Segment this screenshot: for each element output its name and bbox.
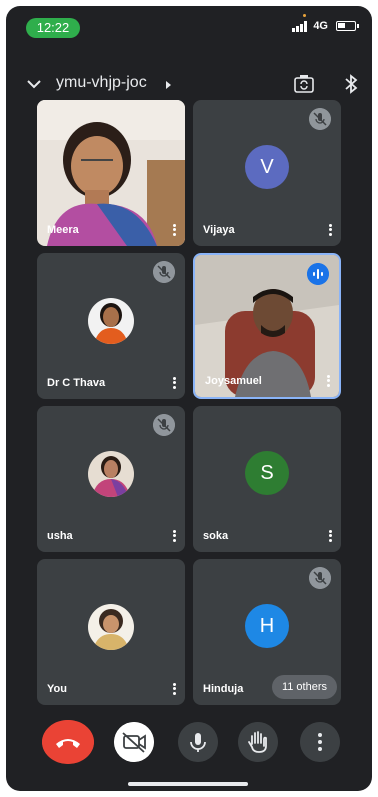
participant-tile[interactable]: usha	[37, 406, 185, 552]
more-vert-icon[interactable]	[327, 528, 333, 544]
mic-icon[interactable]	[178, 722, 218, 762]
meeting-header: ymu-vhjp-joc	[6, 68, 372, 100]
participant-name: Vijaya	[203, 224, 235, 236]
participant-name: usha	[47, 530, 73, 542]
mic-off-icon	[309, 567, 331, 589]
privacy-dot-icon	[303, 14, 306, 17]
status-bar: 12:22 4G	[6, 6, 372, 46]
more-vert-icon[interactable]	[171, 528, 177, 544]
participant-name: Meera	[47, 224, 79, 236]
chevron-down-icon[interactable]	[24, 74, 44, 94]
chevron-right-icon[interactable]	[166, 81, 171, 89]
participant-name: Dr C Thava	[47, 377, 106, 389]
more-vert-icon[interactable]	[325, 373, 331, 389]
avatar: H	[245, 604, 289, 648]
participant-name: You	[47, 683, 67, 695]
status-indicators: 4G	[292, 20, 359, 32]
participant-tile[interactable]: S soka	[193, 406, 341, 552]
more-vert-icon[interactable]	[327, 222, 333, 238]
participant-tile[interactable]: Joysamuel	[193, 253, 341, 399]
call-controls	[6, 720, 372, 766]
participant-name: Joysamuel	[205, 375, 262, 387]
avatar	[88, 298, 134, 344]
battery-icon	[336, 21, 359, 31]
home-indicator[interactable]	[128, 782, 248, 786]
participant-name: Hinduja	[203, 683, 244, 695]
signal-icon	[292, 20, 308, 32]
avatar: V	[245, 145, 289, 189]
switch-camera-icon[interactable]	[292, 72, 316, 96]
meeting-code[interactable]: ymu-vhjp-joc	[56, 74, 147, 92]
network-type: 4G	[313, 20, 328, 32]
end-call-icon[interactable]	[42, 720, 94, 764]
more-vert-icon[interactable]	[171, 222, 177, 238]
participant-tile[interactable]: Meera	[37, 100, 185, 246]
avatar: S	[245, 451, 289, 495]
participant-tile[interactable]: V Vijaya	[193, 100, 341, 246]
more-vert-icon[interactable]	[300, 722, 340, 762]
meet-screen: 12:22 4G ymu-vhjp-joc Meera V Vijaya Dr …	[6, 6, 372, 791]
participant-name: soka	[203, 530, 229, 542]
mic-off-icon	[309, 108, 331, 130]
bluetooth-audio-icon[interactable]	[342, 72, 360, 96]
mic-off-icon	[153, 414, 175, 436]
avatar	[88, 604, 134, 650]
mic-off-icon	[153, 261, 175, 283]
status-time: 12:22	[26, 18, 80, 38]
participant-tile[interactable]: H Hinduja 11 others	[193, 559, 341, 705]
participant-tile[interactable]: Dr C Thava	[37, 253, 185, 399]
participant-tile-self[interactable]: You	[37, 559, 185, 705]
speaking-indicator-icon	[307, 263, 329, 285]
others-count-button[interactable]: 11 others	[271, 675, 337, 699]
more-vert-icon[interactable]	[171, 375, 177, 391]
raise-hand-icon[interactable]	[238, 722, 278, 762]
camera-off-icon[interactable]	[114, 722, 154, 762]
avatar	[88, 451, 134, 497]
more-vert-icon[interactable]	[171, 681, 177, 697]
